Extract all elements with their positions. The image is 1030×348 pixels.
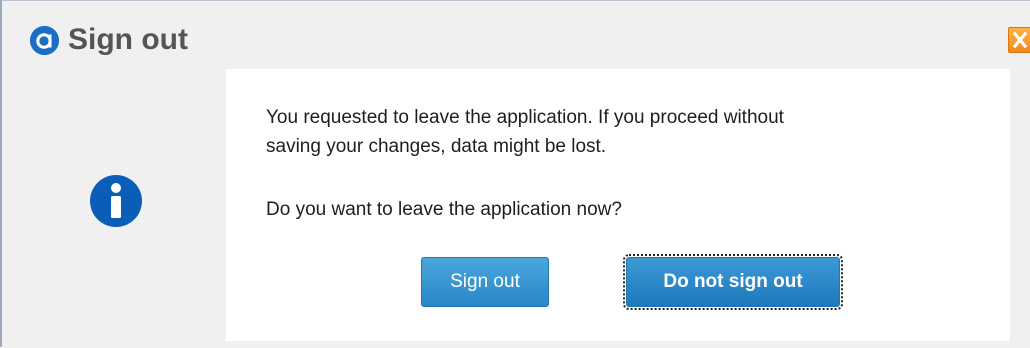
sign-out-dialog: Sign out You requested to leave the appl… — [0, 0, 1030, 348]
dialog-title: Sign out — [68, 23, 188, 56]
app-logo-icon — [30, 26, 59, 55]
close-icon — [1012, 31, 1028, 49]
do-not-sign-out-button[interactable]: Do not sign out — [623, 254, 843, 310]
close-button[interactable] — [1008, 27, 1030, 53]
dialog-titlebar[interactable]: Sign out — [2, 1, 1030, 69]
confirmation-question: Do you want to leave the application now… — [266, 199, 622, 220]
message-line-1: You requested to leave the application. … — [266, 107, 784, 128]
sign-out-button[interactable]: Sign out — [421, 257, 549, 307]
icon-pane — [4, 69, 226, 341]
message-line-2: saving your changes, data might be lost. — [266, 136, 607, 157]
info-icon — [90, 175, 142, 227]
message-pane: You requested to leave the application. … — [226, 69, 1010, 341]
